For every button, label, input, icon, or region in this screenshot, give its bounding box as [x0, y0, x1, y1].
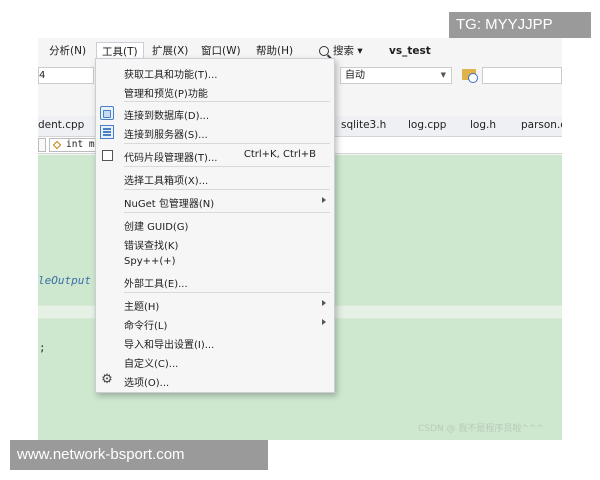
- menu-item-label: 创建 GUID(G): [124, 222, 189, 233]
- menu-item-choose-toolbox[interactable]: 选择工具箱项(X)...: [96, 169, 334, 187]
- toolbar-combo-left[interactable]: 4: [38, 67, 94, 84]
- tab-log-cpp[interactable]: log.cpp: [408, 119, 446, 131]
- menu-item-create-guid[interactable]: 创建 GUID(G): [96, 215, 334, 233]
- menu-item-label: 连接到服务器(S)...: [124, 130, 208, 141]
- server-icon: [100, 125, 114, 139]
- chevron-down-icon: ▼: [440, 71, 446, 79]
- menu-separator: [124, 166, 330, 167]
- menu-item-label: 选项(O)...: [124, 378, 170, 389]
- snippet-icon: [102, 150, 113, 161]
- menu-item-error-lookup[interactable]: 错误查找(K): [96, 234, 334, 252]
- code-fragment: leOutput: [38, 274, 91, 287]
- configuration-combo[interactable]: 自动 ▼: [340, 67, 452, 84]
- database-icon: [100, 106, 114, 120]
- menu-item-customize[interactable]: 自定义(C)...: [96, 352, 334, 370]
- menu-item-label: 命令行(L): [124, 321, 168, 332]
- menu-item-spy[interactable]: Spy++(+): [96, 253, 334, 271]
- csdn-watermark: CSDN @ 我不是程序员啦^^^: [417, 424, 544, 434]
- site-overlay-label: www.network-bsport.com: [10, 440, 268, 470]
- menu-item-theme[interactable]: 主题(H): [96, 295, 334, 313]
- tab-student-cpp[interactable]: dent.cpp: [38, 119, 84, 131]
- tg-overlay-label: TG: MYYJJPP: [449, 12, 591, 38]
- search-icon: [319, 46, 329, 56]
- toolbar-combo-right[interactable]: [482, 67, 562, 84]
- menu-item-label: Spy++(+): [124, 256, 176, 267]
- scope-combo[interactable]: [38, 138, 46, 152]
- menu-item-command-line[interactable]: 命令行(L): [96, 314, 334, 332]
- menu-separator: [124, 212, 330, 213]
- gear-icon: ⚙: [101, 372, 113, 387]
- menu-item-shortcut: Ctrl+K, Ctrl+B: [243, 149, 316, 160]
- menu-item-label: 代码片段管理器(T)...: [124, 153, 218, 164]
- tools-dropdown-menu: 获取工具和功能(T)... 管理和预览(P)功能 连接到数据库(D)... 连接…: [95, 58, 335, 393]
- menu-item-external-tools[interactable]: 外部工具(E)...: [96, 272, 334, 290]
- configuration-value: 自动: [345, 70, 365, 81]
- code-semicolon: ;: [39, 341, 46, 354]
- member-combo[interactable]: int ma: [49, 138, 99, 152]
- menu-separator: [124, 101, 330, 102]
- menu-item-label: 外部工具(E)...: [124, 279, 188, 290]
- tab-log-h[interactable]: log.h: [470, 119, 496, 131]
- menu-item-nuget[interactable]: NuGet 包管理器(N): [96, 192, 334, 210]
- folder-search-icon[interactable]: [462, 69, 478, 83]
- menu-item-label: 主题(H): [124, 302, 160, 313]
- menu-item-snippet-manager[interactable]: 代码片段管理器(T)... Ctrl+K, Ctrl+B: [96, 146, 334, 164]
- menu-analyze[interactable]: 分析(N): [44, 42, 91, 60]
- menu-item-connect-database[interactable]: 连接到数据库(D)...: [96, 104, 334, 122]
- menu-item-get-tools[interactable]: 获取工具和功能(T)...: [96, 63, 334, 81]
- member-icon: [52, 140, 62, 150]
- tab-parson-c[interactable]: parson.c: [521, 119, 562, 131]
- menu-item-manage-preview[interactable]: 管理和预览(P)功能: [96, 82, 334, 100]
- tab-sqlite3-h[interactable]: sqlite3.h: [341, 119, 386, 131]
- menu-item-import-export[interactable]: 导入和导出设置(I)...: [96, 333, 334, 351]
- menu-item-label: 导入和导出设置(I)...: [124, 340, 215, 351]
- submenu-arrow-icon: [322, 319, 326, 325]
- menu-item-connect-server[interactable]: 连接到服务器(S)...: [96, 123, 334, 141]
- menu-item-label: 错误查找(K): [124, 241, 179, 252]
- menu-item-options[interactable]: ⚙ 选项(O)...: [96, 371, 334, 389]
- menu-item-label: 获取工具和功能(T)...: [124, 70, 218, 81]
- menu-item-label: 连接到数据库(D)...: [124, 111, 210, 122]
- menu-item-label: 选择工具箱项(X)...: [124, 176, 209, 187]
- menu-separator: [124, 292, 330, 293]
- menu-item-label: 自定义(C)...: [124, 359, 179, 370]
- menu-separator: [124, 143, 330, 144]
- submenu-arrow-icon: [322, 197, 326, 203]
- submenu-arrow-icon: [322, 300, 326, 306]
- menu-item-label: NuGet 包管理器(N): [124, 199, 215, 210]
- solution-name: vs_test: [389, 45, 431, 57]
- menu-separator: [124, 189, 330, 190]
- search-label: 搜索 ▾: [333, 45, 363, 57]
- menu-item-label: 管理和预览(P)功能: [124, 89, 208, 100]
